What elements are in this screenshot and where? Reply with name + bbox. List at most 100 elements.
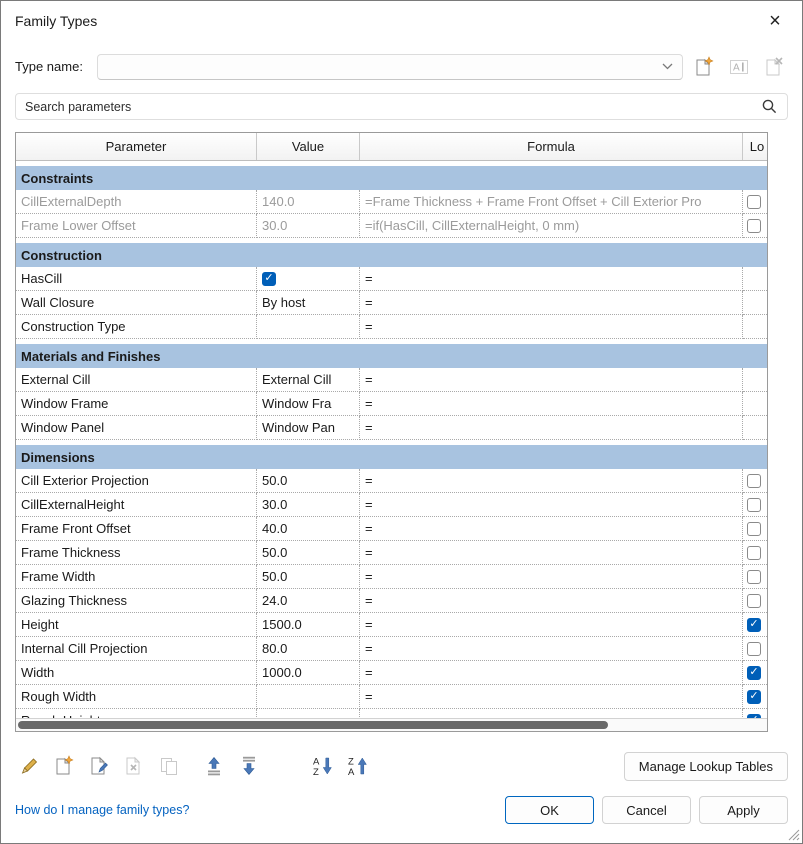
new-parameter-button[interactable] bbox=[50, 751, 78, 781]
lock-cell bbox=[743, 685, 767, 709]
parameter-value[interactable]: 30.0 bbox=[257, 214, 360, 238]
parameter-formula[interactable]: = bbox=[360, 469, 743, 493]
new-type-icon bbox=[696, 55, 714, 75]
lock-cell bbox=[743, 416, 767, 440]
parameter-value[interactable]: 40.0 bbox=[257, 517, 360, 541]
table-row: Frame Front Offset 40.0 = bbox=[16, 517, 767, 541]
scrollbar-thumb[interactable] bbox=[18, 721, 608, 729]
lock-checkbox[interactable] bbox=[747, 641, 761, 656]
close-button[interactable]: × bbox=[758, 6, 792, 36]
rename-type-button[interactable]: A bbox=[725, 53, 753, 81]
parameter-value[interactable]: 50.0 bbox=[257, 469, 360, 493]
column-header-value[interactable]: Value bbox=[257, 133, 360, 160]
lock-checkbox[interactable] bbox=[747, 689, 761, 704]
horizontal-scrollbar[interactable] bbox=[16, 718, 767, 731]
duplicate-parameter-button[interactable] bbox=[155, 751, 183, 781]
lock-checkbox[interactable] bbox=[747, 194, 761, 209]
table-row: Window Panel Window Pan = bbox=[16, 416, 767, 440]
parameter-formula[interactable]: = bbox=[360, 416, 743, 440]
parameter-formula[interactable]: = bbox=[360, 613, 743, 637]
parameter-value[interactable]: External Cill bbox=[257, 368, 360, 392]
svg-text:Z: Z bbox=[348, 757, 354, 768]
lock-cell bbox=[743, 517, 767, 541]
lock-checkbox[interactable] bbox=[747, 593, 761, 608]
parameter-name: Window Frame bbox=[16, 392, 257, 416]
svg-text:A: A bbox=[348, 767, 355, 777]
parameter-value[interactable] bbox=[257, 685, 360, 709]
lock-checkbox[interactable] bbox=[747, 545, 761, 560]
resize-grip[interactable] bbox=[788, 829, 800, 841]
parameter-value[interactable]: 30.0 bbox=[257, 493, 360, 517]
apply-button[interactable]: Apply bbox=[699, 796, 788, 824]
parameter-formula[interactable]: =if(HasCill, CillExternalHeight, 0 mm) bbox=[360, 214, 743, 238]
parameter-value[interactable]: 140.0 bbox=[257, 190, 360, 214]
parameter-value[interactable]: Window Pan bbox=[257, 416, 360, 440]
parameter-formula[interactable]: = bbox=[360, 565, 743, 589]
column-header-lock[interactable]: Lo bbox=[743, 133, 767, 160]
parameter-value[interactable]: By host bbox=[257, 291, 360, 315]
parameter-value[interactable]: 24.0 bbox=[257, 589, 360, 613]
manage-lookup-tables-button[interactable]: Manage Lookup Tables bbox=[623, 751, 788, 781]
move-down-button[interactable] bbox=[235, 751, 263, 781]
parameter-name: Frame Lower Offset bbox=[16, 214, 257, 238]
section-header: Constraints bbox=[16, 166, 767, 190]
parameter-formula[interactable]: = bbox=[360, 315, 743, 339]
parameter-formula[interactable]: = bbox=[360, 637, 743, 661]
parameter-formula[interactable]: = bbox=[360, 493, 743, 517]
parameter-formula[interactable]: = bbox=[360, 392, 743, 416]
lock-cell bbox=[743, 469, 767, 493]
new-type-button[interactable] bbox=[690, 53, 718, 81]
type-name-row: Type name: A bbox=[15, 53, 788, 80]
lock-checkbox[interactable] bbox=[747, 521, 761, 536]
lock-checkbox[interactable] bbox=[747, 617, 761, 632]
table-row: Rough Width = bbox=[16, 685, 767, 709]
window-title: Family Types bbox=[15, 13, 98, 29]
parameter-formula[interactable]: = bbox=[360, 291, 743, 315]
parameter-value[interactable]: 1500.0 bbox=[257, 613, 360, 637]
lock-checkbox[interactable] bbox=[747, 473, 761, 488]
parameter-formula[interactable]: = bbox=[360, 517, 743, 541]
parameter-value[interactable] bbox=[257, 315, 360, 339]
ok-button[interactable]: OK bbox=[505, 796, 594, 824]
help-link[interactable]: How do I manage family types? bbox=[15, 803, 189, 817]
parameter-formula[interactable]: = bbox=[360, 661, 743, 685]
column-header-parameter[interactable]: Parameter bbox=[16, 133, 257, 160]
parameter-value[interactable]: Window Fra bbox=[257, 392, 360, 416]
cancel-button[interactable]: Cancel bbox=[602, 796, 691, 824]
parameter-value[interactable]: 80.0 bbox=[257, 637, 360, 661]
sort-descending-button[interactable]: Z A bbox=[343, 751, 371, 781]
parameter-value[interactable]: 50.0 bbox=[257, 541, 360, 565]
type-name-select[interactable] bbox=[96, 53, 683, 80]
parameter-table: Parameter Value Formula Lo Constraints Ci… bbox=[15, 132, 768, 732]
parameter-formula[interactable] bbox=[360, 709, 743, 718]
lock-checkbox[interactable] bbox=[747, 665, 761, 680]
table-row: HasCill = bbox=[16, 267, 767, 291]
parameter-formula[interactable]: = bbox=[360, 685, 743, 709]
lock-cell bbox=[743, 392, 767, 416]
delete-parameter-button[interactable] bbox=[120, 751, 148, 781]
parameter-formula[interactable]: = bbox=[360, 541, 743, 565]
edit-parameter-button[interactable] bbox=[15, 751, 43, 781]
parameter-value[interactable] bbox=[257, 709, 360, 718]
parameter-formula[interactable]: =Frame Thickness + Frame Front Offset + … bbox=[360, 190, 743, 214]
search-input[interactable]: Search parameters bbox=[15, 93, 788, 120]
lock-checkbox[interactable] bbox=[747, 497, 761, 512]
parameter-formula[interactable]: = bbox=[360, 267, 743, 291]
table-row: Internal Cill Projection 80.0 = bbox=[16, 637, 767, 661]
lock-checkbox[interactable] bbox=[747, 569, 761, 584]
parameter-value[interactable] bbox=[257, 267, 360, 291]
parameter-name: Frame Front Offset bbox=[16, 517, 257, 541]
new-parameter-icon bbox=[56, 755, 74, 775]
column-header-formula[interactable]: Formula bbox=[360, 133, 743, 160]
value-checkbox[interactable] bbox=[262, 271, 276, 286]
move-up-button[interactable] bbox=[200, 751, 228, 781]
dialog-footer: How do I manage family types? OK Cancel … bbox=[15, 795, 788, 825]
lock-checkbox[interactable] bbox=[747, 218, 761, 233]
import-parameters-button[interactable] bbox=[85, 751, 113, 781]
sort-ascending-button[interactable]: A Z bbox=[308, 751, 336, 781]
parameter-value[interactable]: 50.0 bbox=[257, 565, 360, 589]
parameter-formula[interactable]: = bbox=[360, 589, 743, 613]
delete-type-button[interactable] bbox=[760, 53, 788, 81]
parameter-formula[interactable]: = bbox=[360, 368, 743, 392]
parameter-value[interactable]: 1000.0 bbox=[257, 661, 360, 685]
